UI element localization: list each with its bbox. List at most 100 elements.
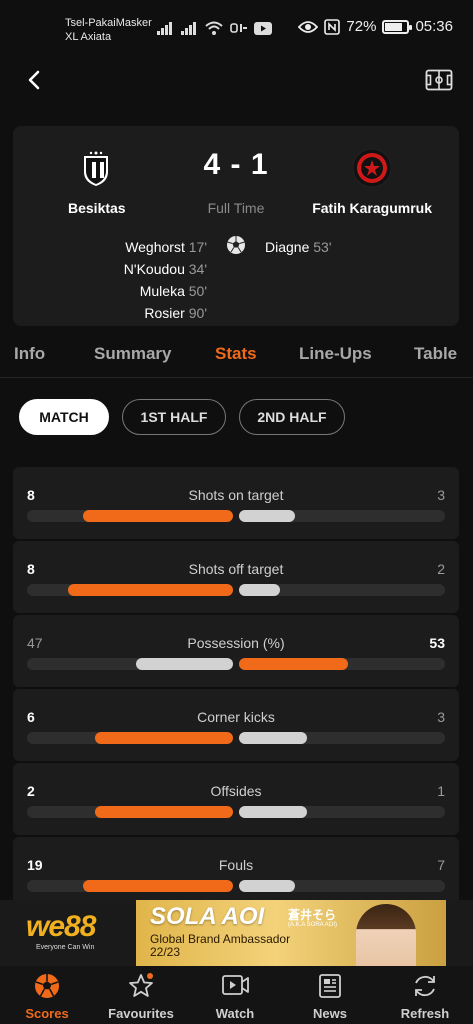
pitch-view-button[interactable] (425, 66, 453, 94)
scorer-row: Weghorst 17' (124, 236, 207, 258)
soccer-ball-icon (35, 974, 59, 998)
clock: 05:36 (415, 18, 453, 35)
ad-headline-jp: 蒼井そら (288, 908, 337, 922)
match-tabs: Info Summary Stats Line-Ups Table (0, 340, 473, 376)
stat-row-possession: 47 Possession (%) 53 (13, 615, 459, 687)
tab-line-ups[interactable]: Line-Ups (299, 344, 372, 364)
stat-away-track (239, 584, 445, 596)
stat-home-track (27, 732, 233, 744)
star-icon (129, 973, 153, 997)
status-icons (156, 20, 272, 36)
away-scorers: Diagne 53' (265, 236, 332, 258)
stat-home-track (27, 510, 233, 522)
stat-away-bar (239, 732, 307, 744)
carrier-line-2: XL Axiata (65, 31, 112, 43)
video-play-icon (222, 975, 249, 995)
chevron-left-icon (28, 70, 40, 90)
stat-away-track (239, 510, 445, 522)
status-right: 72% 05:36 (298, 18, 453, 35)
stat-away-bar (239, 510, 295, 522)
period-match-button[interactable]: MATCH (19, 399, 109, 435)
ad-subtitle: Global Brand Ambassador 22/23 (150, 933, 290, 959)
eye-icon (298, 20, 319, 33)
signal-icon-2 (181, 22, 196, 35)
nav-label: Scores (25, 1006, 69, 1021)
tab-table[interactable]: Table (414, 344, 457, 364)
ad-headline-aka: (A.K.A SORA AOI) (288, 922, 338, 928)
stat-row-offsides: 2 Offsides 1 (13, 763, 459, 835)
stat-label: Shots on target (188, 487, 284, 503)
stat-away-value: 1 (437, 783, 445, 799)
stat-away-value: 7 (437, 857, 445, 873)
nav-scores[interactable]: Scores (0, 966, 94, 1024)
youtube-icon (254, 21, 272, 35)
stat-away-value: 3 (437, 709, 445, 725)
away-team-name[interactable]: Fatih Karagumruk (312, 200, 432, 216)
ad-brand: we88 Everyone Can Win (26, 906, 136, 966)
soccer-ball-icon (227, 236, 245, 254)
ad-subtitle-line-2: 22/23 (150, 945, 181, 959)
stat-away-bar (239, 584, 281, 596)
stat-label: Corner kicks (197, 709, 275, 725)
pitch-icon (425, 69, 453, 91)
stat-label: Fouls (218, 857, 254, 873)
tab-summary[interactable]: Summary (94, 344, 171, 364)
stats-list: 8 Shots on target 3 8 Shots off target 2… (13, 467, 459, 900)
stat-away-bar (239, 880, 295, 892)
stat-label: Shots off target (188, 561, 284, 577)
ad-banner[interactable]: we88 Everyone Can Win SOLA AOI 蒼井そら (A.K… (0, 900, 473, 966)
refresh-icon (415, 975, 435, 997)
stat-away-bar (239, 806, 307, 818)
scorer-name: Weghorst (125, 239, 185, 255)
period-second-half-button[interactable]: 2ND HALF (239, 399, 345, 435)
status-bar: Tsel-PakaiMasker XL Axiata 72% 05:36 (0, 0, 473, 50)
tab-stats[interactable]: Stats (215, 344, 257, 364)
back-button[interactable] (20, 66, 48, 94)
signal-icon (157, 22, 172, 35)
stat-away-track (239, 806, 445, 818)
scorer-minute: 90' (188, 305, 207, 321)
scorer-row: Muleka 50' (124, 280, 207, 302)
tab-info[interactable]: Info (14, 344, 45, 364)
stat-row-fouls: 19 Fouls 7 (13, 837, 459, 900)
scorer-minute: 34' (188, 261, 207, 277)
period-first-half-button[interactable]: 1ST HALF (122, 399, 226, 435)
scorer-minute: 53' (313, 239, 332, 255)
nav-label: Watch (215, 1006, 255, 1021)
stat-home-track (27, 806, 233, 818)
bottom-nav: Scores Favourites Watch News Refresh (0, 966, 473, 1024)
stat-home-track (27, 658, 233, 670)
nav-label: News (313, 1006, 347, 1021)
nav-label: Favourites (108, 1006, 174, 1021)
match-score: 4 - 1 (203, 148, 269, 181)
wifi-icon (205, 21, 223, 35)
nav-news[interactable]: News (283, 966, 377, 1024)
we88-logo: we88 (26, 910, 96, 943)
stat-home-bar (94, 806, 233, 818)
nav-favourites[interactable]: Favourites (94, 966, 188, 1024)
match-card: 4 - 1 Besiktas Full Time Fatih Karagumru… (13, 126, 459, 326)
scorer-name: Muleka (139, 283, 185, 299)
battery-percent: 72% (346, 18, 377, 35)
stat-away-value: 53 (429, 635, 445, 651)
stat-home-track (27, 584, 233, 596)
nav-watch[interactable]: Watch (188, 966, 282, 1024)
newspaper-icon (319, 974, 341, 998)
stat-away-track (239, 658, 445, 670)
scorer-row: N'Koudou 34' (124, 258, 207, 280)
carrier-line-1: Tsel-PakaiMasker (65, 17, 152, 29)
tab-divider (0, 377, 473, 378)
stat-home-bar (82, 510, 233, 522)
scorer-name: Diagne (265, 239, 310, 255)
nav-refresh[interactable]: Refresh (378, 966, 472, 1024)
stat-away-bar (239, 658, 349, 670)
scorer-name: N'Koudou (123, 261, 185, 277)
scorer-name: Rosier (144, 305, 185, 321)
ad-brand-tagline: Everyone Can Win (36, 944, 95, 951)
karagumruk-logo[interactable] (352, 148, 392, 188)
stat-label: Possession (%) (187, 635, 285, 651)
stat-row-shots-on-target: 8 Shots on target 3 (13, 467, 459, 539)
stat-away-track (239, 880, 445, 892)
scorer-row: Diagne 53' (265, 236, 332, 258)
data-saver-icon (230, 23, 247, 33)
